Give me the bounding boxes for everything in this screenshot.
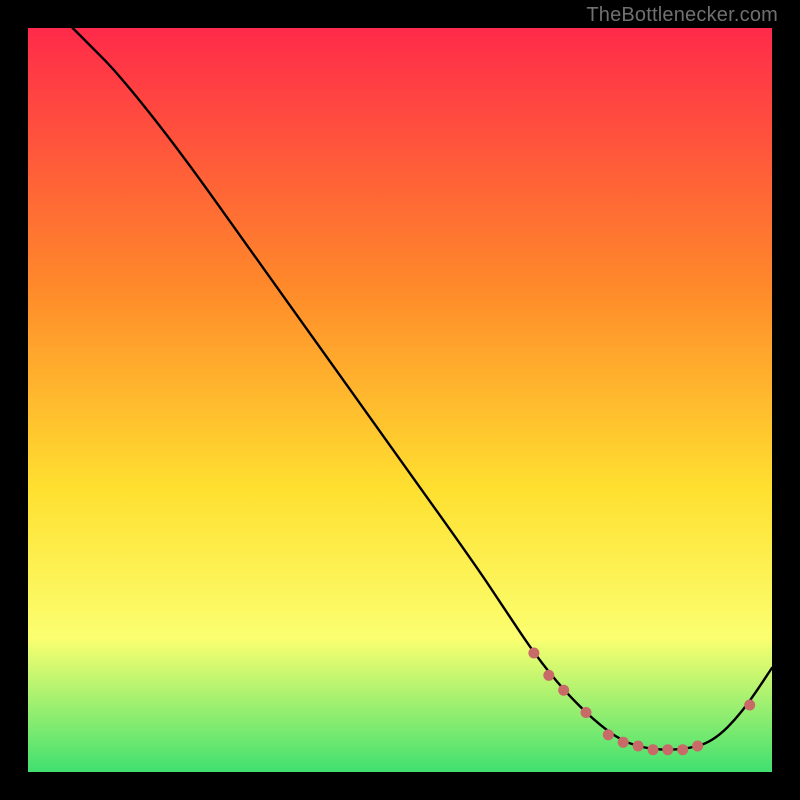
curve-marker <box>633 741 644 752</box>
watermark-text: TheBottlenecker.com <box>586 4 778 27</box>
curve-marker <box>618 737 629 748</box>
curve-marker <box>558 685 569 696</box>
curve-marker <box>648 744 659 755</box>
chart-stage: TheBottlenecker.com <box>0 0 800 800</box>
curve-marker <box>662 744 673 755</box>
plot-area <box>28 28 772 772</box>
curve-marker <box>692 741 703 752</box>
curve-marker <box>543 670 554 681</box>
curve-marker <box>528 648 539 659</box>
curve-marker <box>603 729 614 740</box>
curve-marker <box>744 700 755 711</box>
curve-marker <box>677 744 688 755</box>
curve-marker <box>581 707 592 718</box>
chart-svg <box>28 28 772 772</box>
gradient-background <box>28 28 772 772</box>
